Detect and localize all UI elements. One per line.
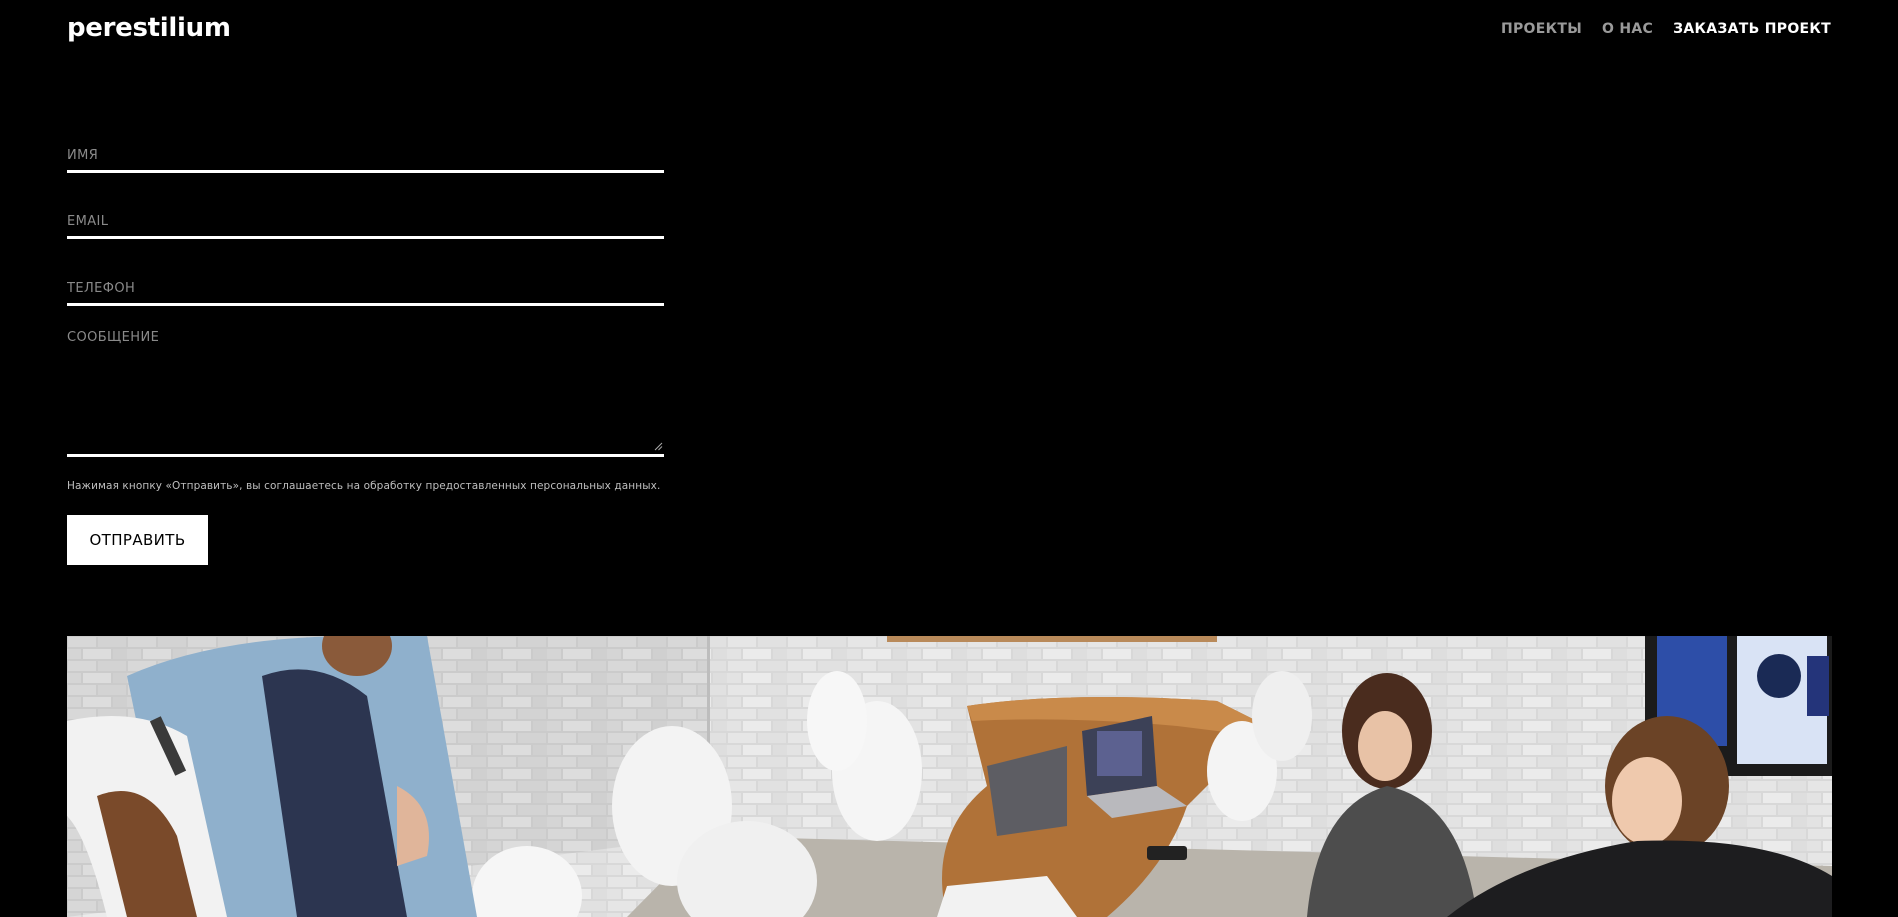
name-input[interactable] [67, 140, 664, 170]
nav-link-projects[interactable]: ПРОЕКТЫ [1501, 20, 1582, 38]
nav-link-about[interactable]: О НАС [1602, 20, 1653, 38]
submit-button[interactable]: ОТПРАВИТЬ [67, 515, 208, 565]
resize-handle-icon[interactable] [654, 442, 663, 451]
office-photo-illustration [67, 636, 1832, 917]
office-photo [67, 636, 1832, 917]
nav-link-order-project[interactable]: ЗАКАЗАТЬ ПРОЕКТ [1673, 20, 1831, 38]
site-logo[interactable]: perestilium [67, 11, 231, 45]
contact-form: Нажимая кнопку «Отправить», вы соглашает… [67, 140, 664, 565]
email-field-wrapper [67, 205, 664, 239]
email-input[interactable] [67, 205, 664, 236]
consent-text: Нажимая кнопку «Отправить», вы соглашает… [67, 480, 661, 492]
phone-field-wrapper [67, 273, 664, 306]
name-field-wrapper [67, 140, 664, 173]
message-textarea[interactable] [67, 330, 664, 454]
phone-input[interactable] [67, 273, 664, 303]
message-field-wrapper [67, 330, 664, 457]
main-nav: ПРОЕКТЫ О НАС ЗАКАЗАТЬ ПРОЕКТ [1501, 20, 1831, 38]
